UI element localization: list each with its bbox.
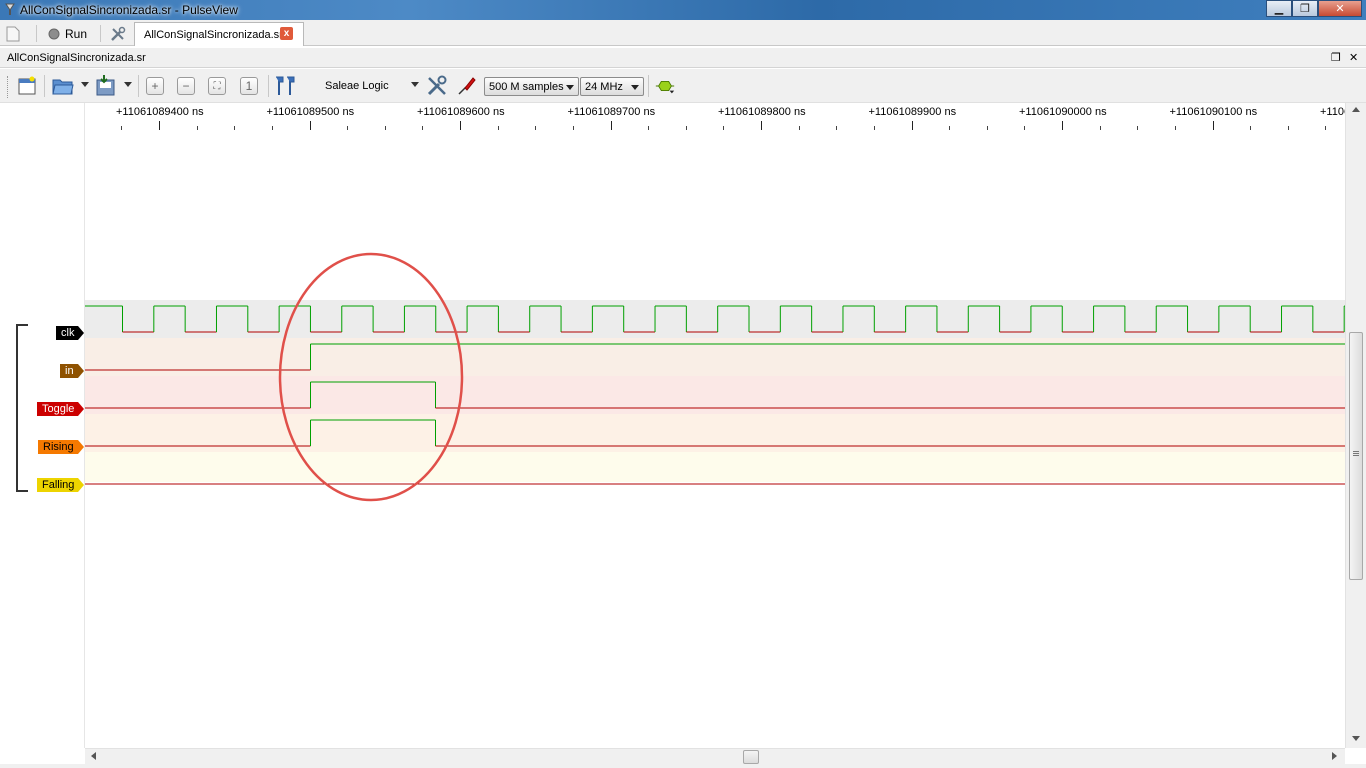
new-document-icon [6,26,20,41]
run-button[interactable]: Run [48,23,87,44]
signal-label-clk[interactable]: clk [56,326,86,340]
zoom-fit-button[interactable]: ⛶ [208,77,226,95]
ruler-label: +11061089600 ns [417,106,505,118]
toolbar-separator [268,75,269,97]
save-dropdown-arrow[interactable] [124,82,132,87]
decoder-icon [655,80,675,94]
signal-label-falling[interactable]: Falling [37,478,85,492]
device-selector[interactable]: Saleae Logic [325,80,389,92]
run-icon [48,28,60,39]
sample-count-select[interactable]: 500 M samples [484,77,579,96]
device-config-button[interactable] [426,75,448,97]
open-dropdown-arrow[interactable] [81,82,89,87]
waveforms [85,305,1345,485]
close-tab-icon[interactable]: x [280,27,293,40]
signal-label-in[interactable]: in [60,364,83,378]
tools-icon [111,26,126,41]
new-session-button[interactable] [6,23,20,44]
ruler-label: +11061089400 ns [116,106,204,118]
signal-header-panel [0,103,85,748]
sample-count-value: 500 M samples [489,81,564,93]
ruler-label: +11061089900 ns [868,106,957,118]
grip-icon [1353,451,1359,452]
horizontal-scrollbar[interactable] [85,748,1345,764]
toolbar-separator [44,75,45,97]
zoom-out-button[interactable]: − [177,77,195,95]
save-icon [96,75,115,96]
ruler-label: +11061089700 ns [567,106,656,118]
ruler-label: +11061090000 ns [1019,106,1107,118]
scroll-right-icon[interactable] [1332,752,1337,760]
toolbar-grip [7,76,9,98]
signal-group-bracket[interactable] [16,324,28,492]
vertical-scrollbar[interactable] [1345,103,1366,748]
toolbar-separator [138,75,139,97]
settings-button[interactable] [110,23,126,44]
document-header: AllConSignalSincronizada.sr ❐ ✕ [0,48,1366,68]
ruler-label: +11061090100 ns [1169,106,1258,118]
maximize-button[interactable]: ❐ [1292,0,1318,17]
close-window-button[interactable]: ✕ [1318,0,1362,17]
probe-button[interactable] [456,75,478,97]
signal-label-rising[interactable]: Rising [38,440,84,454]
session-tab-bar: Run AllConSignalSincronizada.sr x [0,20,1366,46]
close-dock-button[interactable]: ✕ [1349,51,1358,64]
scroll-down-icon[interactable] [1352,736,1360,741]
configure-icon [427,75,447,96]
samplerate-select[interactable]: 24 MHz [580,77,644,96]
cursor-button[interactable] [275,75,297,97]
tab-session[interactable]: AllConSignalSincronizada.sr x [134,22,304,46]
cursor-markers-icon [276,76,295,95]
device-dropdown-arrow[interactable] [411,82,419,87]
document-name: AllConSignalSincronizada.sr [7,52,146,64]
waveform-svg [85,252,1345,502]
signal-label-toggle[interactable]: Toggle [37,402,85,416]
new-view-button[interactable] [16,75,38,97]
open-button[interactable] [52,75,74,97]
new-view-icon [18,76,36,95]
tab-separator [100,25,101,42]
scroll-left-icon[interactable] [91,752,96,760]
horizontal-scroll-thumb[interactable] [743,750,759,764]
probe-icon [458,77,476,95]
folder-open-icon [52,79,74,95]
add-decoder-button[interactable] [654,75,676,97]
ruler-label: +11061089500 ns [266,106,355,118]
pulseview-app-icon [5,3,15,15]
float-dock-button[interactable]: ❐ [1331,51,1341,64]
vertical-scroll-thumb[interactable] [1349,332,1363,580]
minimize-button[interactable]: ▁ [1266,0,1292,17]
zoom-one-to-one-button[interactable]: 1 [240,77,258,95]
toolbar-separator [648,75,649,97]
run-label: Run [65,26,88,41]
chevron-down-icon [566,85,574,90]
zoom-in-button[interactable]: + [146,77,164,95]
ruler-label: +11061089800 ns [718,106,806,118]
highlight-ellipse [278,252,464,502]
main-toolbar: + − ⛶ 1 Saleae Logic 500 M samples 24 MH… [0,69,1366,103]
chevron-down-icon [631,85,639,90]
window-controls: ▁ ❐ ✕ [1266,0,1362,18]
samplerate-value: 24 MHz [585,81,623,93]
tab-separator [36,25,37,42]
title-bar: AllConSignalSincronizada.sr - PulseView … [0,0,1366,20]
save-button[interactable] [95,75,117,97]
time-ruler[interactable]: +11061089400 ns +11061089500 ns +110610896… [85,103,1362,131]
window-title: AllConSignalSincronizada.sr - PulseView [20,3,238,17]
status-strip [0,764,1366,768]
scroll-up-icon[interactable] [1352,107,1360,112]
tab-session-label: AllConSignalSincronizada.sr [144,28,283,41]
trace-view[interactable] [85,130,1345,748]
